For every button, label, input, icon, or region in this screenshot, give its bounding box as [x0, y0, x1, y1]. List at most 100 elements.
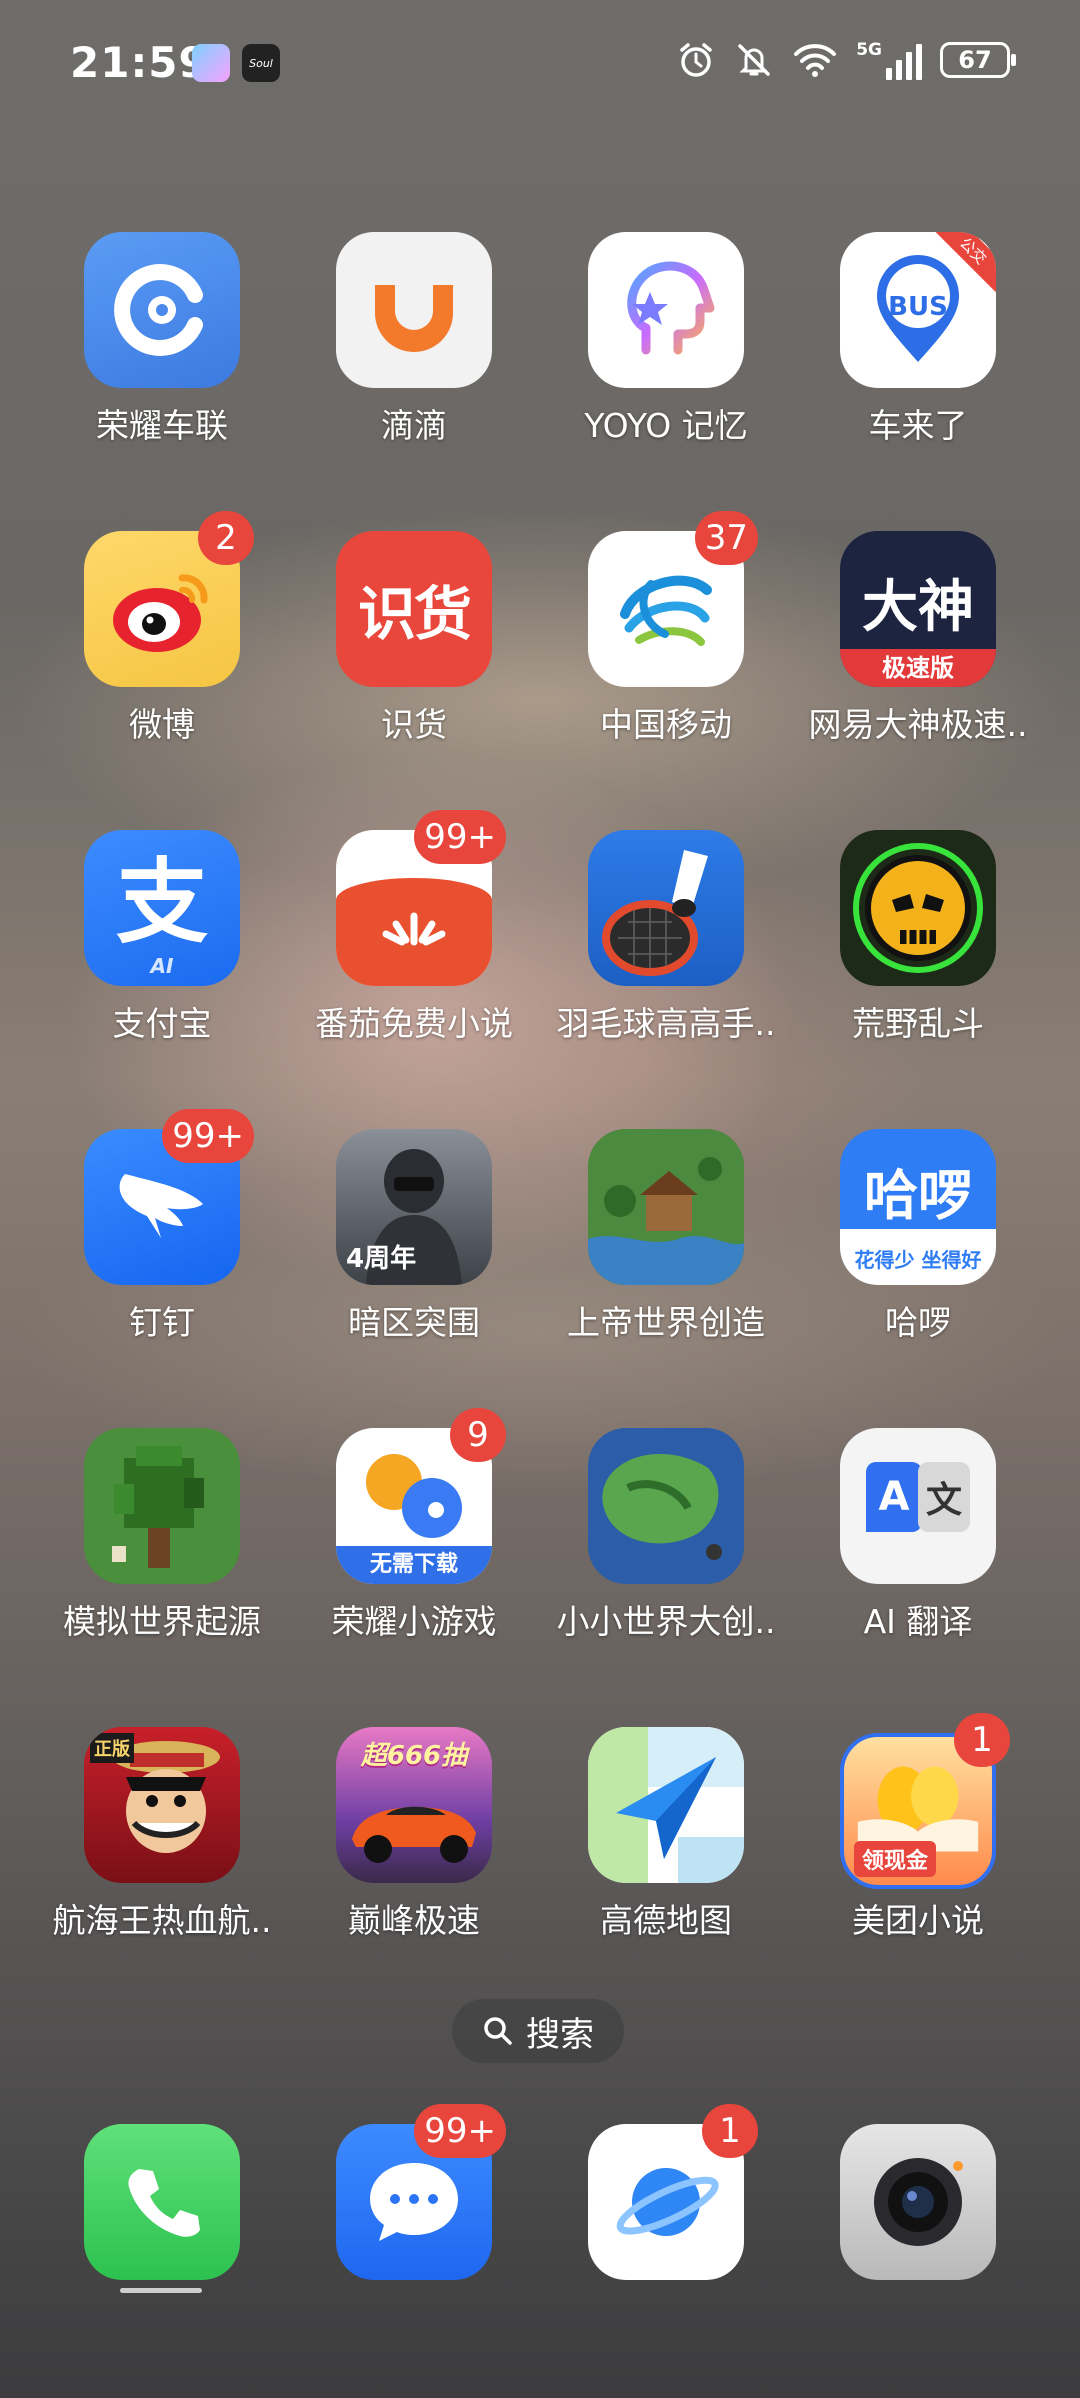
alarm-icon — [680, 43, 712, 77]
phone-icon — [84, 2124, 240, 2280]
notification-badge: 2 — [198, 511, 254, 565]
app-chelaile[interactable]: BUS 公交 车来了 — [793, 232, 1043, 446]
app-racing-master[interactable]: 超666抽 巅峰极速 — [289, 1727, 539, 1941]
status-bar: 21:59 Soul 5G 67 — [0, 0, 1080, 130]
wifi-icon — [794, 44, 837, 77]
camera-icon — [840, 2124, 996, 2280]
dock-page-indicator — [120, 2288, 202, 2293]
god-world-creator-icon — [588, 1129, 744, 1285]
search-label: 搜索 — [526, 2014, 594, 2055]
app-label: 小小世界大创.. — [556, 1602, 776, 1641]
app-label: 钉钉 — [129, 1303, 195, 1342]
notification-badge: 9 — [450, 1408, 506, 1462]
app-netease-dashen[interactable]: 大神 极速版 网易大神极速.. — [793, 531, 1043, 745]
game-center-icon — [192, 44, 230, 82]
ai-translate-icon: A 文 — [840, 1428, 996, 1584]
notification-badge: 99+ — [162, 1109, 254, 1163]
app-one-piece[interactable]: 正版 航海王热血航.. — [37, 1727, 287, 1941]
notification-badge: 1 — [954, 1713, 1010, 1767]
app-label: 滴滴 — [381, 406, 447, 445]
app-weibo[interactable]: 2 微博 — [37, 511, 287, 745]
app-meituan-novel[interactable]: 领现金 1 美团小说 — [793, 1713, 1043, 1941]
notification-badge: 99+ — [414, 2104, 506, 2158]
brawl-stars-icon — [840, 830, 996, 986]
app-shihuo[interactable]: 识货 识货 — [289, 531, 539, 745]
cellular-signal-icon: 5G — [856, 40, 922, 80]
hello-bike-icon: 哈啰 花得少 坐得好 — [840, 1129, 996, 1285]
app-label: 航海王热血航.. — [52, 1901, 272, 1940]
notification-badge: 37 — [694, 511, 758, 565]
app-alipay[interactable]: 支 AI 支付宝 — [37, 830, 287, 1044]
icon-text: 大神 — [862, 574, 974, 640]
one-piece-icon: 正版 — [84, 1727, 240, 1883]
alipay-icon: 支 AI — [84, 830, 240, 986]
notification-badge: 99+ — [414, 810, 506, 864]
soul-app-icon: Soul — [242, 44, 280, 82]
tiny-world-icon — [588, 1428, 744, 1584]
app-arena-breakout[interactable]: 4周年 暗区突围 — [289, 1129, 539, 1343]
app-label: 车来了 — [868, 406, 968, 445]
app-label: 中国移动 — [600, 705, 732, 744]
racing-master-icon: 超666抽 — [336, 1727, 492, 1883]
icon-text: 识货 — [357, 580, 472, 648]
app-tiny-world[interactable]: 小小世界大创.. — [541, 1428, 791, 1642]
app-label: 模拟世界起源 — [63, 1602, 261, 1641]
app-label: 微博 — [129, 705, 195, 744]
search-icon — [484, 2017, 512, 2045]
app-label: 网易大神极速.. — [808, 705, 1028, 744]
dock-camera[interactable] — [793, 2124, 1043, 2280]
app-label: 美团小说 — [852, 1901, 984, 1940]
app-honor-mini-games[interactable]: 无需下载 9 荣耀小游戏 — [289, 1408, 539, 1642]
honor-car-link-icon — [84, 232, 240, 388]
icon-text: 超666抽 — [360, 1741, 468, 1771]
app-ai-translate[interactable]: A 文 AI 翻译 — [793, 1428, 1043, 1642]
didi-icon — [336, 232, 492, 388]
app-hello-bike[interactable]: 哈啰 花得少 坐得好 哈啰 — [793, 1129, 1043, 1343]
icon-text: 领现金 — [854, 1841, 937, 1877]
icon-text: 哈啰 — [864, 1163, 972, 1227]
icon-text: 正版 — [90, 1733, 134, 1763]
icon-text: 4周年 — [346, 1244, 417, 1274]
icon-text: BUS — [888, 292, 948, 322]
app-label: 识货 — [381, 705, 447, 744]
app-honor-car-link[interactable]: 荣耀车联 — [37, 232, 287, 446]
app-simulated-world[interactable]: 模拟世界起源 — [37, 1428, 287, 1642]
app-dingtalk[interactable]: 99+ 钉钉 — [37, 1109, 287, 1343]
dock-phone[interactable] — [37, 2124, 287, 2280]
app-yoyo-memory[interactable]: YOYO 记忆 — [541, 232, 791, 446]
app-badminton[interactable]: 羽毛球高高手.. — [541, 830, 791, 1044]
icon-text-secondary: 文 — [918, 1462, 970, 1532]
badminton-game-icon — [588, 830, 744, 986]
app-label: AI 翻译 — [863, 1602, 973, 1641]
icon-text: A — [866, 1462, 922, 1532]
simulated-world-icon — [84, 1428, 240, 1584]
icon-text: 支 — [115, 849, 208, 956]
app-label: 支付宝 — [112, 1004, 212, 1043]
icon-subtext: 无需下载 — [369, 1552, 458, 1577]
status-icons: 5G 67 — [676, 40, 1016, 80]
notification-badge: 1 — [702, 2104, 758, 2158]
app-didi[interactable]: 滴滴 — [289, 232, 539, 446]
app-god-world-creator[interactable]: 上帝世界创造 — [541, 1129, 791, 1343]
app-amap[interactable]: 高德地图 — [541, 1727, 791, 1941]
app-label: 荣耀车联 — [96, 406, 228, 445]
mute-bell-icon — [738, 44, 770, 76]
app-label: 羽毛球高高手.. — [556, 1004, 776, 1043]
app-label: 荣耀小游戏 — [331, 1602, 497, 1641]
icon-subtext: AI — [150, 954, 174, 978]
icon-subtext: 花得少 坐得好 — [854, 1248, 982, 1272]
shihuo-icon: 识货 — [336, 531, 492, 687]
battery-level: 67 — [958, 46, 992, 74]
chelaile-bus-icon: BUS 公交 — [840, 232, 996, 388]
app-brawl-stars[interactable]: 荒野乱斗 — [793, 830, 1043, 1044]
app-tomato-novel[interactable]: 99+ 番茄免费小说 — [289, 810, 539, 1044]
app-label: 哈啰 — [885, 1303, 951, 1342]
dock-messages[interactable]: 99+ — [289, 2104, 539, 2280]
app-china-mobile[interactable]: 37 中国移动 — [541, 511, 791, 745]
app-label: 巅峰极速 — [348, 1901, 480, 1940]
home-search-button[interactable]: 搜索 — [452, 1999, 624, 2063]
arena-breakout-icon: 4周年 — [336, 1129, 492, 1285]
dock-browser[interactable]: 1 — [541, 2104, 791, 2280]
amap-icon — [588, 1727, 744, 1883]
status-time: 21:59 — [70, 38, 209, 87]
